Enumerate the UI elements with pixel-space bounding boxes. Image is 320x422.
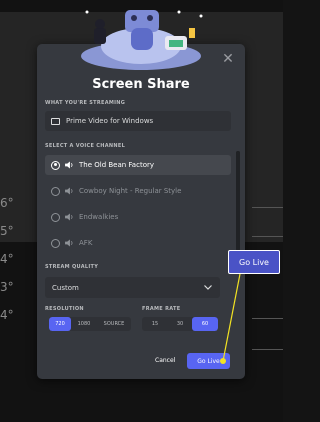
background-divider	[252, 236, 283, 237]
resolution-option-720[interactable]: 720	[49, 317, 71, 331]
voice-channel-name: The Old Bean Factory	[79, 161, 154, 169]
frame-rate-option-60[interactable]: 60	[192, 317, 218, 331]
chevron-down-icon	[204, 285, 212, 290]
background-temp: 4°	[0, 252, 14, 266]
close-icon[interactable]: ✕	[221, 52, 235, 66]
background-temp: 4°	[0, 308, 14, 322]
streaming-section-label: WHAT YOU'RE STREAMING	[45, 100, 126, 106]
background-divider	[252, 349, 283, 350]
frame-rate-segmented-control: 15 30 60	[142, 317, 218, 331]
radio-icon[interactable]	[51, 238, 60, 248]
background-temp: 5°	[0, 224, 14, 238]
modal-title: Screen Share	[92, 77, 190, 92]
resolution-option-1080[interactable]: 1080	[71, 317, 97, 331]
go-live-callout: Go Live	[228, 250, 280, 274]
monitor-icon	[51, 117, 60, 125]
speaker-icon	[65, 187, 73, 195]
go-live-button[interactable]: Go Live	[187, 353, 230, 369]
radio-icon[interactable]	[51, 186, 60, 196]
speaker-icon	[65, 239, 73, 247]
screen-share-modal: ✕ Screen Share WHAT YOU'RE STREAMING Pri…	[37, 10, 245, 379]
voice-channel-name: Endwalkies	[79, 213, 119, 221]
background-temp: 6°	[0, 196, 14, 210]
background-divider	[252, 318, 283, 319]
voice-channel-name: AFK	[79, 239, 93, 247]
voice-channel-option[interactable]: AFK	[45, 233, 231, 253]
frame-rate-option-15[interactable]: 15	[142, 317, 168, 331]
resolution-segmented-control: 720 1080 SOURCE	[49, 317, 131, 331]
voice-channel-option[interactable]: Cowboy Night - Regular Style	[45, 181, 231, 201]
channel-list-scrollbar[interactable]	[236, 151, 240, 251]
stream-quality-value: Custom	[52, 283, 79, 292]
stream-quality-section-label: STREAM QUALITY	[45, 264, 99, 270]
resolution-label: RESOLUTION	[45, 306, 84, 312]
speaker-icon	[65, 161, 73, 169]
screen-share-illustration	[81, 10, 203, 70]
background-divider	[252, 207, 283, 208]
cancel-button[interactable]: Cancel	[155, 357, 175, 364]
radio-icon[interactable]	[51, 212, 60, 222]
voice-channel-option[interactable]: Endwalkies	[45, 207, 231, 227]
streaming-app-name: Prime Video for Windows	[66, 117, 154, 125]
radio-selected-icon[interactable]	[51, 160, 60, 170]
voice-channel-section-label: SELECT A VOICE CHANNEL	[45, 143, 126, 149]
frame-rate-option-30[interactable]: 30	[168, 317, 192, 331]
background-temp: 3°	[0, 280, 14, 294]
streaming-app-select[interactable]: Prime Video for Windows	[45, 111, 231, 131]
frame-rate-label: FRAME RATE	[142, 306, 181, 312]
voice-channel-option[interactable]: The Old Bean Factory	[45, 155, 231, 175]
voice-channel-name: Cowboy Night - Regular Style	[79, 187, 182, 195]
speaker-icon	[65, 213, 73, 221]
stream-quality-select[interactable]: Custom	[45, 277, 220, 298]
background-temperatures: 6° 5° 4° 3° 4°	[0, 196, 36, 336]
scrollbar-thumb[interactable]	[236, 151, 240, 191]
resolution-option-source[interactable]: SOURCE	[97, 317, 131, 331]
